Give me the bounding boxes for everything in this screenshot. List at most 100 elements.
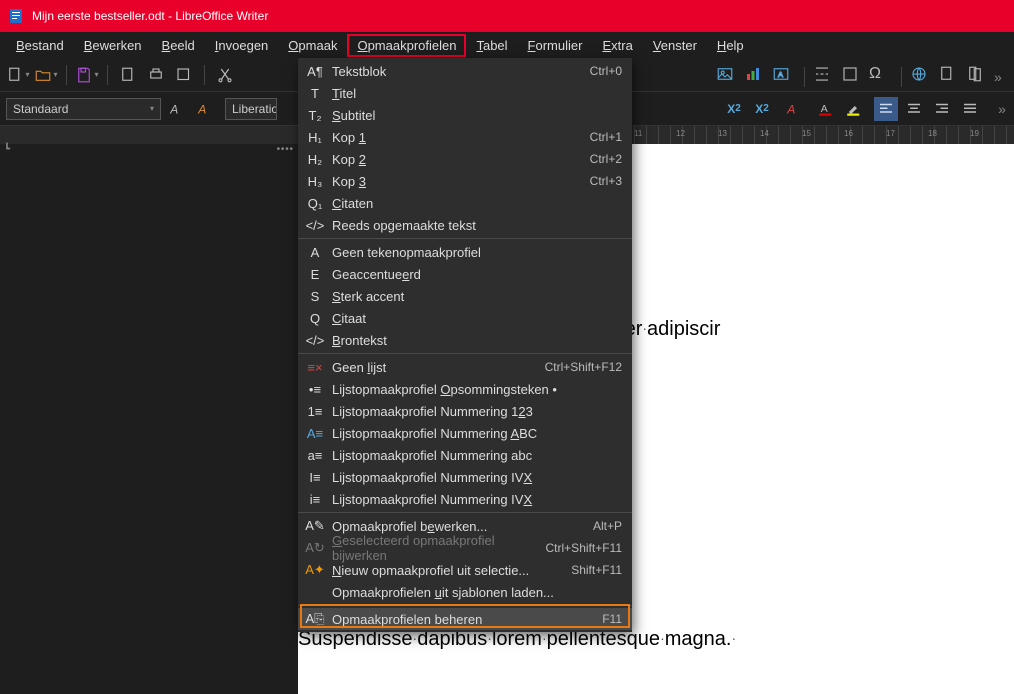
ruler-corner: ┗	[4, 144, 10, 155]
menu-item-label: Lijstopmaakprofiel Nummering IVX	[326, 492, 622, 507]
superscript-button[interactable]: X2	[722, 97, 746, 121]
menu-item[interactable]: SSterk accent	[298, 285, 632, 307]
paragraph-style-select[interactable]: Standaard	[6, 98, 161, 120]
insert-textbox-button[interactable]: A	[772, 65, 796, 89]
menu-item[interactable]: i≡Lijstopmaakprofiel Nummering IVX	[298, 488, 632, 510]
menu-item[interactable]: </>Brontekst	[298, 329, 632, 351]
menu-item-shortcut: Ctrl+3	[590, 174, 622, 188]
menu-item-label: Reeds opgemaakte tekst	[326, 218, 622, 233]
menu-item-icon: T₂	[304, 108, 326, 123]
menu-help[interactable]: Help	[707, 34, 754, 57]
align-left-button[interactable]	[874, 97, 898, 121]
menu-beeld[interactable]: Beeld	[152, 34, 205, 57]
align-justify-button[interactable]	[958, 97, 982, 121]
menu-item[interactable]: 1≡Lijstopmaakprofiel Nummering 123	[298, 400, 632, 422]
menu-item-label: Lijstopmaakprofiel Nummering IVX	[326, 470, 622, 485]
menu-opmaak[interactable]: Opmaak	[278, 34, 347, 57]
menu-item-label: Titel	[326, 86, 622, 101]
menu-item-icon: a≡	[304, 448, 326, 463]
save-button[interactable]	[75, 63, 99, 87]
print-preview-button[interactable]	[172, 63, 196, 87]
menu-item[interactable]: EGeaccentueerd	[298, 263, 632, 285]
menu-item-shortcut: Ctrl+0	[590, 64, 622, 78]
svg-text:A: A	[169, 102, 178, 116]
menu-item[interactable]: •≡Lijstopmaakprofiel Opsommingsteken •	[298, 378, 632, 400]
menu-item[interactable]: ≡×Geen lijstCtrl+Shift+F12	[298, 356, 632, 378]
page-break-button[interactable]	[813, 65, 837, 89]
menu-item[interactable]: a≡Lijstopmaakprofiel Nummering abc	[298, 444, 632, 466]
align-center-button[interactable]	[902, 97, 926, 121]
menu-bewerken[interactable]: Bewerken	[74, 34, 152, 57]
new-style-button[interactable]: A	[193, 97, 217, 121]
menu-item[interactable]: A⎘Opmaakprofielen beherenF11	[298, 608, 632, 630]
menu-extra[interactable]: Extra	[592, 34, 642, 57]
font-color-button[interactable]: A	[814, 97, 838, 121]
menu-formulier[interactable]: Formulier	[518, 34, 593, 57]
menu-item-icon: </>	[304, 218, 326, 233]
menu-item-icon: H₁	[304, 130, 326, 145]
menu-item[interactable]: H₃Kop 3Ctrl+3	[298, 170, 632, 192]
clear-formatting-button[interactable]: A	[782, 97, 806, 121]
menu-item-icon: ≡×	[304, 360, 326, 375]
insert-image-button[interactable]	[716, 65, 740, 89]
menu-item-icon: H₃	[304, 174, 326, 189]
menu-item[interactable]: Opmaakprofielen uit sjablonen laden...	[298, 581, 632, 603]
hyperlink-button[interactable]	[910, 65, 934, 89]
subscript-button[interactable]: X2	[750, 97, 774, 121]
titlebar: Mijn eerste bestseller.odt - LibreOffice…	[0, 0, 1014, 32]
align-right-button[interactable]	[930, 97, 954, 121]
highlight-color-button[interactable]	[842, 97, 866, 121]
menu-item[interactable]: A✦Nieuw opmaakprofiel uit selectie...Shi…	[298, 559, 632, 581]
menu-item-shortcut: Ctrl+Shift+F12	[545, 360, 622, 374]
menu-item-label: Opmaakprofiel bewerken...	[326, 519, 593, 534]
menu-opmaakprofielen[interactable]: Opmaakprofielen	[347, 34, 466, 57]
menu-item-label: Geaccentueerd	[326, 267, 622, 282]
menu-item[interactable]: A¶TekstblokCtrl+0	[298, 60, 632, 82]
menu-item-label: Citaten	[326, 196, 622, 211]
menu-item: A↻Geselecteerd opmaakprofiel bijwerkenCt…	[298, 537, 632, 559]
menu-item[interactable]: H₂Kop 2Ctrl+2	[298, 148, 632, 170]
menu-item-icon: A✦	[304, 562, 326, 578]
menu-bestand[interactable]: Bestand	[6, 34, 74, 57]
bookmark-button[interactable]	[966, 65, 990, 89]
menu-item-icon: 1≡	[304, 404, 326, 419]
menu-item-icon: i≡	[304, 492, 326, 507]
svg-text:A: A	[197, 102, 206, 116]
menu-item-icon: </>	[304, 333, 326, 348]
menu-item-icon: Q₁	[304, 196, 326, 211]
menu-venster[interactable]: Venster	[643, 34, 707, 57]
menu-item[interactable]: H₁Kop 1Ctrl+1	[298, 126, 632, 148]
toolbar-overflow-button[interactable]: »	[990, 97, 1014, 121]
menu-item[interactable]: A≡Lijstopmaakprofiel Nummering ABC	[298, 422, 632, 444]
menu-item[interactable]: AGeen tekenopmaakprofiel	[298, 241, 632, 263]
open-button[interactable]	[34, 63, 58, 87]
menu-item-label: Geen lijst	[326, 360, 545, 375]
insert-field-button[interactable]	[841, 65, 865, 89]
menu-item-shortcut: Alt+P	[593, 519, 622, 533]
menu-item[interactable]: </>Reeds opgemaakte tekst	[298, 214, 632, 236]
menu-item-label: Geselecteerd opmaakprofiel bijwerken	[326, 533, 546, 563]
footnote-button[interactable]	[938, 65, 962, 89]
update-style-button[interactable]: A	[165, 97, 189, 121]
export-pdf-button[interactable]	[116, 63, 140, 87]
print-button[interactable]	[144, 63, 168, 87]
menu-item[interactable]: T₂Subtitel	[298, 104, 632, 126]
cut-button[interactable]	[213, 63, 237, 87]
menu-item-label: Subtitel	[326, 108, 622, 123]
menu-item-shortcut: Ctrl+1	[590, 130, 622, 144]
menu-invoegen[interactable]: Invoegen	[205, 34, 279, 57]
menu-item[interactable]: Q₁Citaten	[298, 192, 632, 214]
menu-item[interactable]: TTitel	[298, 82, 632, 104]
menu-tabel[interactable]: Tabel	[466, 34, 517, 57]
menu-item[interactable]: QCitaat	[298, 307, 632, 329]
menu-item-icon: A✎	[304, 518, 326, 534]
left-gutter: ┗ • • • •	[0, 144, 298, 694]
font-name-select[interactable]: Liberatio	[225, 98, 277, 120]
menu-item-icon: T	[304, 86, 326, 101]
svg-text:A: A	[778, 70, 783, 79]
menu-item[interactable]: I≡Lijstopmaakprofiel Nummering IVX	[298, 466, 632, 488]
special-char-button[interactable]: Ω	[869, 65, 893, 89]
insert-chart-button[interactable]	[744, 65, 768, 89]
toolbar-overflow-2[interactable]: »	[994, 69, 1008, 85]
new-button[interactable]	[6, 63, 30, 87]
